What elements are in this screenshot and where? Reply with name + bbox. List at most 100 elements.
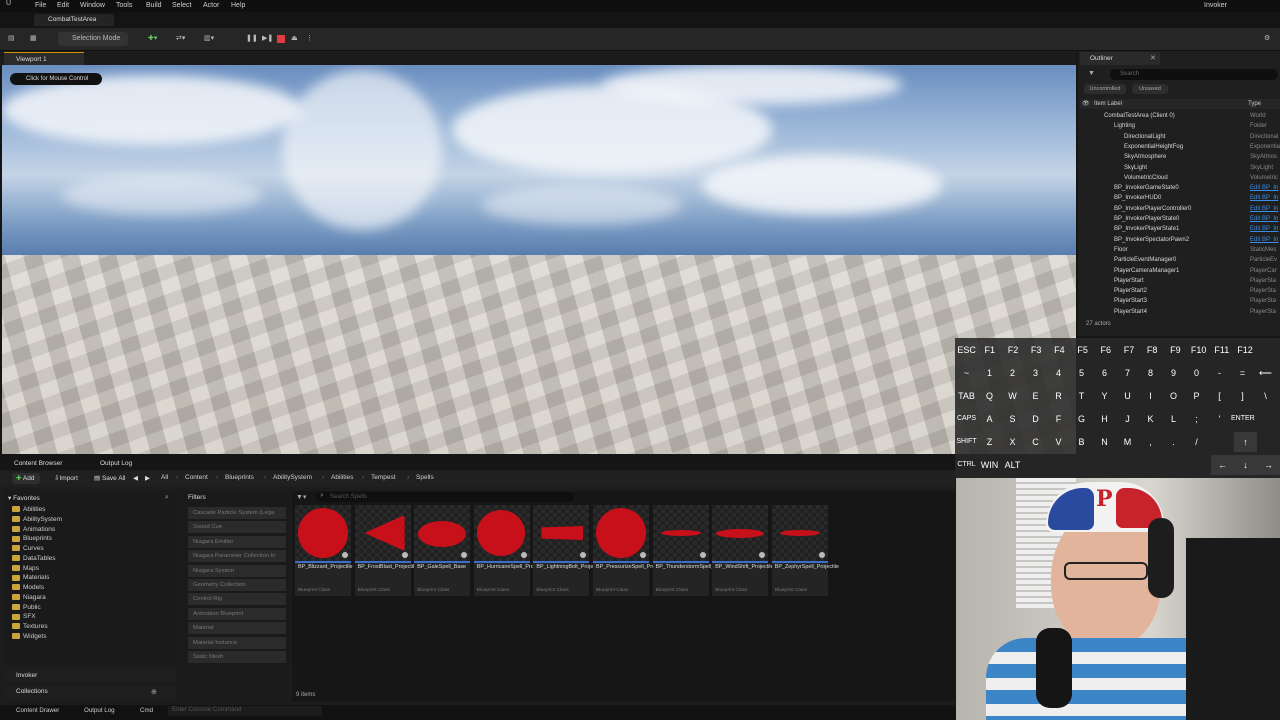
cinematics-icon[interactable]: ▥▾ xyxy=(204,32,214,46)
stop-icon[interactable] xyxy=(277,35,285,43)
eye-icon[interactable]: 👁 xyxy=(1082,99,1090,109)
key-2-2[interactable]: W xyxy=(1001,386,1024,406)
key-0-3[interactable]: F3 xyxy=(1025,340,1048,360)
key-2-10[interactable]: P xyxy=(1185,386,1208,406)
level-tab[interactable]: CombatTestArea xyxy=(34,14,114,26)
outliner-row[interactable]: BP_InvokerPlayerState1 Edit BP_In xyxy=(1080,224,1280,234)
settings-icon[interactable]: ⚙ xyxy=(1264,32,1270,46)
key-2-9[interactable]: O xyxy=(1162,386,1185,406)
asset-tile[interactable]: BP_HurricaneSpell_Projectile Blueprint Cl… xyxy=(473,505,548,596)
key-2-1[interactable]: Q xyxy=(978,386,1001,406)
key-3-10[interactable]: ; xyxy=(1185,409,1208,429)
folder-models[interactable]: Models xyxy=(12,583,44,593)
key-3-11[interactable]: ' xyxy=(1208,409,1231,429)
key-1-1[interactable]: 1 xyxy=(978,363,1001,383)
outliner-row[interactable]: PlayerStart2 PlayerSta xyxy=(1080,286,1280,296)
key-1-5[interactable]: 5 xyxy=(1070,363,1093,383)
key-1-3[interactable]: 3 xyxy=(1024,363,1047,383)
blueprint-icon[interactable]: ⇄▾ xyxy=(176,32,185,46)
history-forward-icon[interactable]: ▶ xyxy=(145,473,150,484)
filter-item[interactable]: Niagara System xyxy=(188,564,286,577)
outliner-item-type[interactable]: Edit BP_In xyxy=(1250,235,1280,245)
key-2-3[interactable]: E xyxy=(1024,386,1047,406)
key-4-0[interactable]: SHIFT xyxy=(955,432,978,452)
key-4-9[interactable]: . xyxy=(1162,432,1185,452)
key-2-7[interactable]: U xyxy=(1116,386,1139,406)
folder-materials[interactable]: Materials xyxy=(12,573,49,583)
selection-mode-dropdown[interactable]: Selection Mode xyxy=(58,32,128,46)
output-log-button[interactable]: Output Log xyxy=(84,707,115,714)
invoker-section[interactable]: Invoker xyxy=(4,670,176,682)
asset-search-input[interactable]: Search Spells xyxy=(316,492,574,502)
folder-widgets[interactable]: Widgets xyxy=(12,632,46,642)
click-for-mouse-control-hint[interactable]: Click for Mouse Control xyxy=(10,73,102,85)
outliner-item-type[interactable]: Edit BP_In xyxy=(1250,204,1280,214)
folder-textures[interactable]: Textures xyxy=(12,622,48,632)
folder-sfx[interactable]: SFX xyxy=(12,612,36,622)
console-input[interactable]: Enter Console Command xyxy=(168,706,322,716)
outliner-row[interactable]: PlayerStart4 PlayerSta xyxy=(1080,307,1280,317)
outliner-row[interactable]: CombatTestArea (Client 0) World xyxy=(1080,111,1280,121)
key-1-13[interactable]: ⟵ xyxy=(1254,363,1277,383)
key-3-6[interactable]: H xyxy=(1093,409,1116,429)
key-3-9[interactable]: L xyxy=(1162,409,1185,429)
filter-dropdown-icon[interactable]: ▼▾ xyxy=(296,493,306,501)
key-0-0[interactable]: ESC xyxy=(955,340,978,360)
filter-item[interactable]: Static Mesh xyxy=(188,651,286,663)
breadcrumb-spells[interactable]: Spells xyxy=(416,474,434,481)
outliner-item-type[interactable]: Edit BP_In xyxy=(1250,183,1280,193)
filter-item[interactable]: Material Instance xyxy=(188,636,286,649)
outliner-row[interactable]: BP_InvokerPlayerState0 Edit BP_In xyxy=(1080,214,1280,224)
close-icon[interactable]: ✕ xyxy=(1150,54,1156,62)
content-icon[interactable]: ▦ xyxy=(30,32,37,46)
key-2-8[interactable]: I xyxy=(1139,386,1162,406)
key-4-8[interactable]: , xyxy=(1139,432,1162,452)
key-0-11[interactable]: F11 xyxy=(1210,340,1233,360)
key-2-13[interactable]: \ xyxy=(1254,386,1277,406)
key-4-6[interactable]: N xyxy=(1093,432,1116,452)
outliner-row[interactable]: PlayerCameraManager1 PlayerCar xyxy=(1080,266,1280,276)
history-back-icon[interactable]: ◀ xyxy=(133,473,138,484)
key-1-0[interactable]: ~ xyxy=(955,363,978,383)
asset-tile[interactable]: BP_LightningBolt_Projectile Blueprint Cla… xyxy=(533,505,603,596)
import-button[interactable]: ⇩Import xyxy=(50,473,84,484)
key-1-11[interactable]: - xyxy=(1208,363,1231,383)
key-2-4[interactable]: R xyxy=(1047,386,1070,406)
breadcrumb-content[interactable]: Content xyxy=(185,474,208,481)
key-0-10[interactable]: F10 xyxy=(1187,340,1210,360)
breadcrumb-blueprints[interactable]: Blueprints xyxy=(225,474,254,481)
key-0-6[interactable]: F6 xyxy=(1094,340,1117,360)
outliner-item-type[interactable]: Edit BP_In xyxy=(1250,193,1280,203)
key-4-10[interactable]: / xyxy=(1185,432,1208,452)
viewport-tab[interactable]: Viewport 1 xyxy=(4,52,84,65)
menu-file[interactable]: File xyxy=(35,2,46,9)
outliner-item-type[interactable]: Edit BP_In xyxy=(1250,224,1280,234)
filter-uncontrolled[interactable]: Uncontrolled xyxy=(1084,84,1126,94)
outliner-row[interactable]: VolumetricCloud Volumetric xyxy=(1080,173,1280,183)
folder-public[interactable]: Public xyxy=(12,603,41,613)
folder-niagara[interactable]: Niagara xyxy=(12,593,46,603)
outliner-row[interactable]: Lighting Folder xyxy=(1080,121,1280,131)
key-5-4[interactable]: ↓ xyxy=(1234,455,1257,475)
outliner-search-input[interactable]: Search xyxy=(1110,69,1278,80)
filter-item[interactable]: Sound Cue xyxy=(188,521,286,534)
folder-curves[interactable]: Curves xyxy=(12,544,44,554)
key-3-4[interactable]: F xyxy=(1047,409,1070,429)
folder-abilitysystem[interactable]: AbilitySystem xyxy=(12,515,62,525)
key-4-5[interactable]: B xyxy=(1070,432,1093,452)
key-0-8[interactable]: F8 xyxy=(1141,340,1164,360)
outliner-row[interactable]: SkyAtmosphere SkyAtmos xyxy=(1080,152,1280,162)
filter-item[interactable]: Material xyxy=(188,622,286,635)
filter-item[interactable]: Control Rig xyxy=(188,593,286,606)
key-4-7[interactable]: M xyxy=(1116,432,1139,452)
key-2-11[interactable]: [ xyxy=(1208,386,1231,406)
key-3-12[interactable]: ENTER xyxy=(1231,409,1255,429)
filter-unsaved[interactable]: Unsaved xyxy=(1132,84,1168,94)
type-header[interactable]: Type xyxy=(1248,99,1261,109)
key-5-0[interactable]: CTRL xyxy=(955,455,978,475)
asset-tile[interactable]: BP_Blizzard_Projectile Blueprint Class xyxy=(295,505,353,596)
outliner-row[interactable]: BP_InvokerGameState0 Edit BP_In xyxy=(1080,183,1280,193)
unreal-logo-icon[interactable]: U xyxy=(6,0,18,12)
collections-add-icon[interactable]: ⊕ xyxy=(151,688,157,696)
outliner-row[interactable]: ExponentialHeightFog Exponential xyxy=(1080,142,1280,152)
